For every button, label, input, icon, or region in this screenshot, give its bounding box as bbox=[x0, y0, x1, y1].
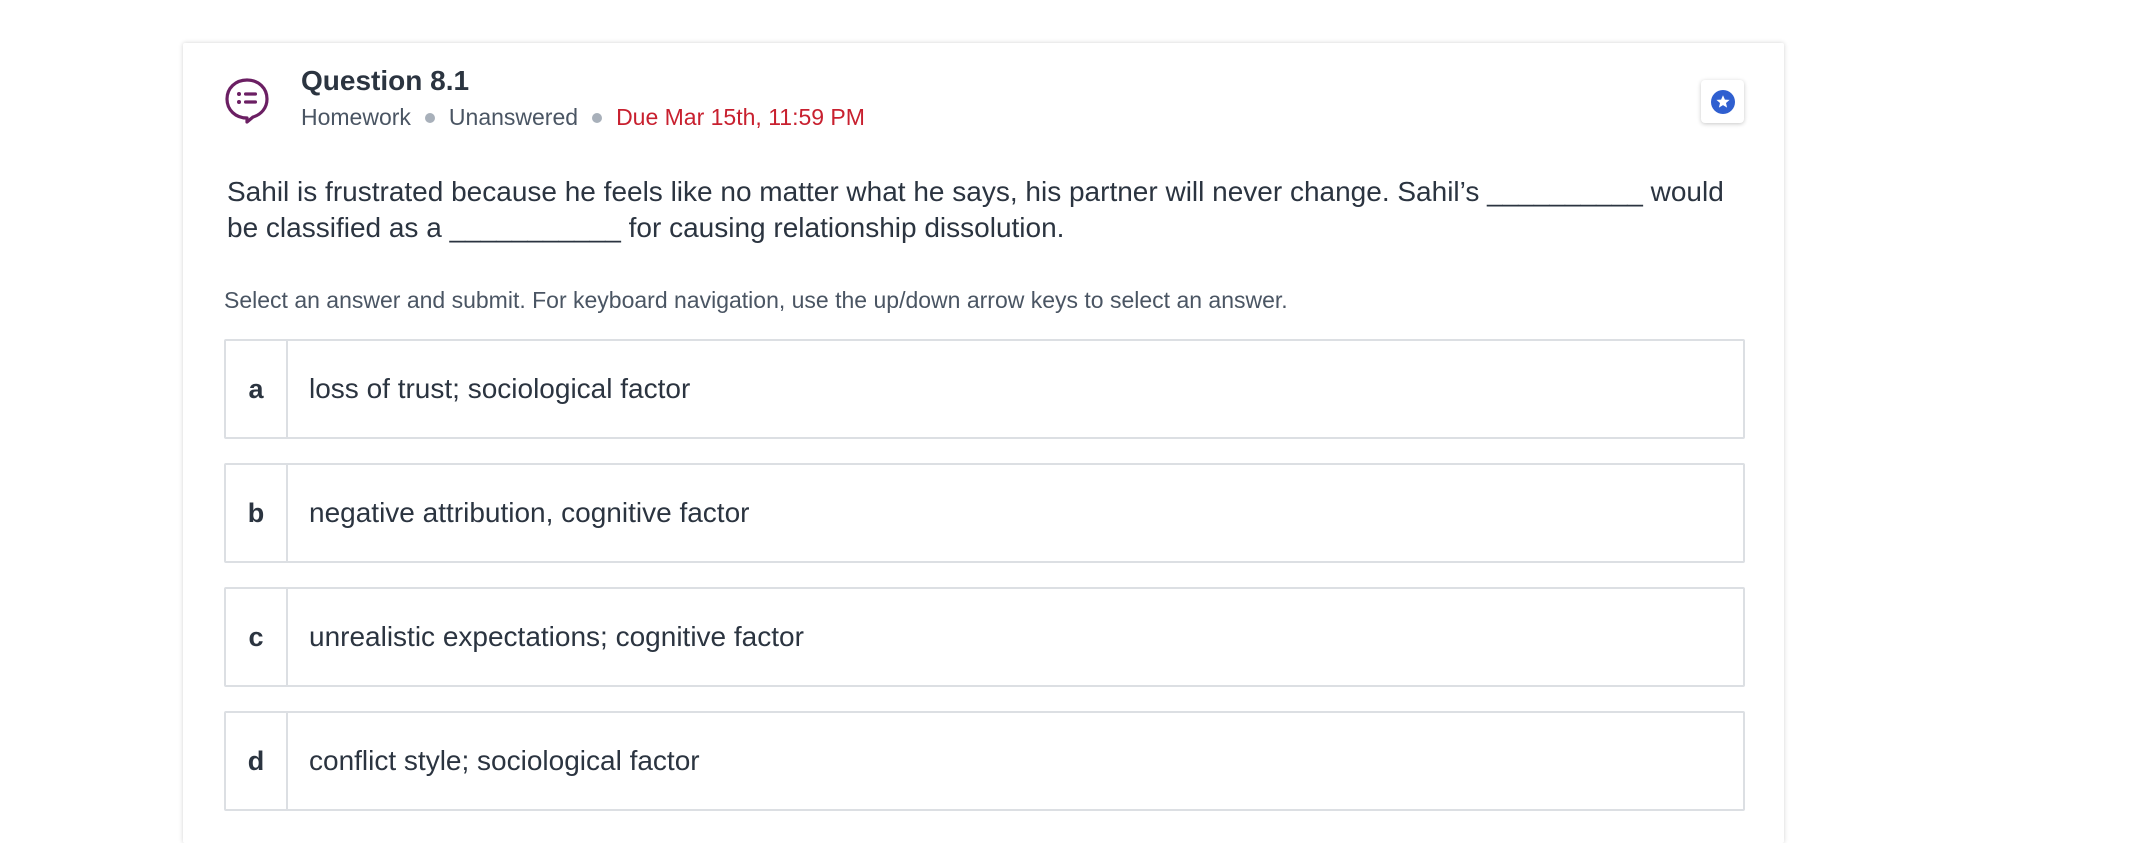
separator-dot bbox=[424, 112, 435, 123]
option-letter: d bbox=[226, 713, 288, 809]
option-text: loss of trust; sociological factor bbox=[309, 373, 691, 404]
chat-list-icon bbox=[223, 76, 271, 124]
question-meta: Homework Unanswered Due Mar 15th, 11:59 … bbox=[301, 104, 865, 131]
answer-status: Unanswered bbox=[448, 104, 579, 130]
option-letter: b bbox=[226, 465, 288, 561]
question-prompt: Sahil is frustrated because he feels lik… bbox=[227, 176, 1724, 243]
question-card: Question 8.1 Homework Unanswered Due Mar… bbox=[183, 43, 1784, 843]
bookmark-button[interactable] bbox=[1701, 80, 1744, 123]
answer-option-b[interactable]: b negative attribution, cognitive factor bbox=[224, 463, 1745, 563]
question-header: Question 8.1 Homework Unanswered Due Mar… bbox=[183, 43, 1784, 153]
answer-option-c[interactable]: c unrealistic expectations; cognitive fa… bbox=[224, 587, 1745, 687]
star-badge-icon bbox=[1710, 89, 1735, 114]
option-text: conflict style; sociological factor bbox=[309, 745, 700, 776]
option-text: unrealistic expectations; cognitive fact… bbox=[309, 621, 804, 652]
option-letter: c bbox=[226, 589, 288, 685]
answer-option-a[interactable]: a loss of trust; sociological factor bbox=[224, 339, 1745, 439]
assignment-type: Homework bbox=[301, 104, 411, 130]
answer-instructions: Select an answer and submit. For keyboar… bbox=[224, 287, 1288, 313]
option-letter: a bbox=[226, 341, 288, 437]
separator-dot bbox=[592, 112, 603, 123]
question-title: Question 8.1 bbox=[301, 65, 470, 96]
answer-options: a loss of trust; sociological factor b n… bbox=[224, 339, 1745, 835]
answer-option-d[interactable]: d conflict style; sociological factor bbox=[224, 711, 1745, 811]
option-text: negative attribution, cognitive factor bbox=[309, 497, 750, 528]
due-date: Due Mar 15th, 11:59 PM bbox=[616, 104, 865, 130]
